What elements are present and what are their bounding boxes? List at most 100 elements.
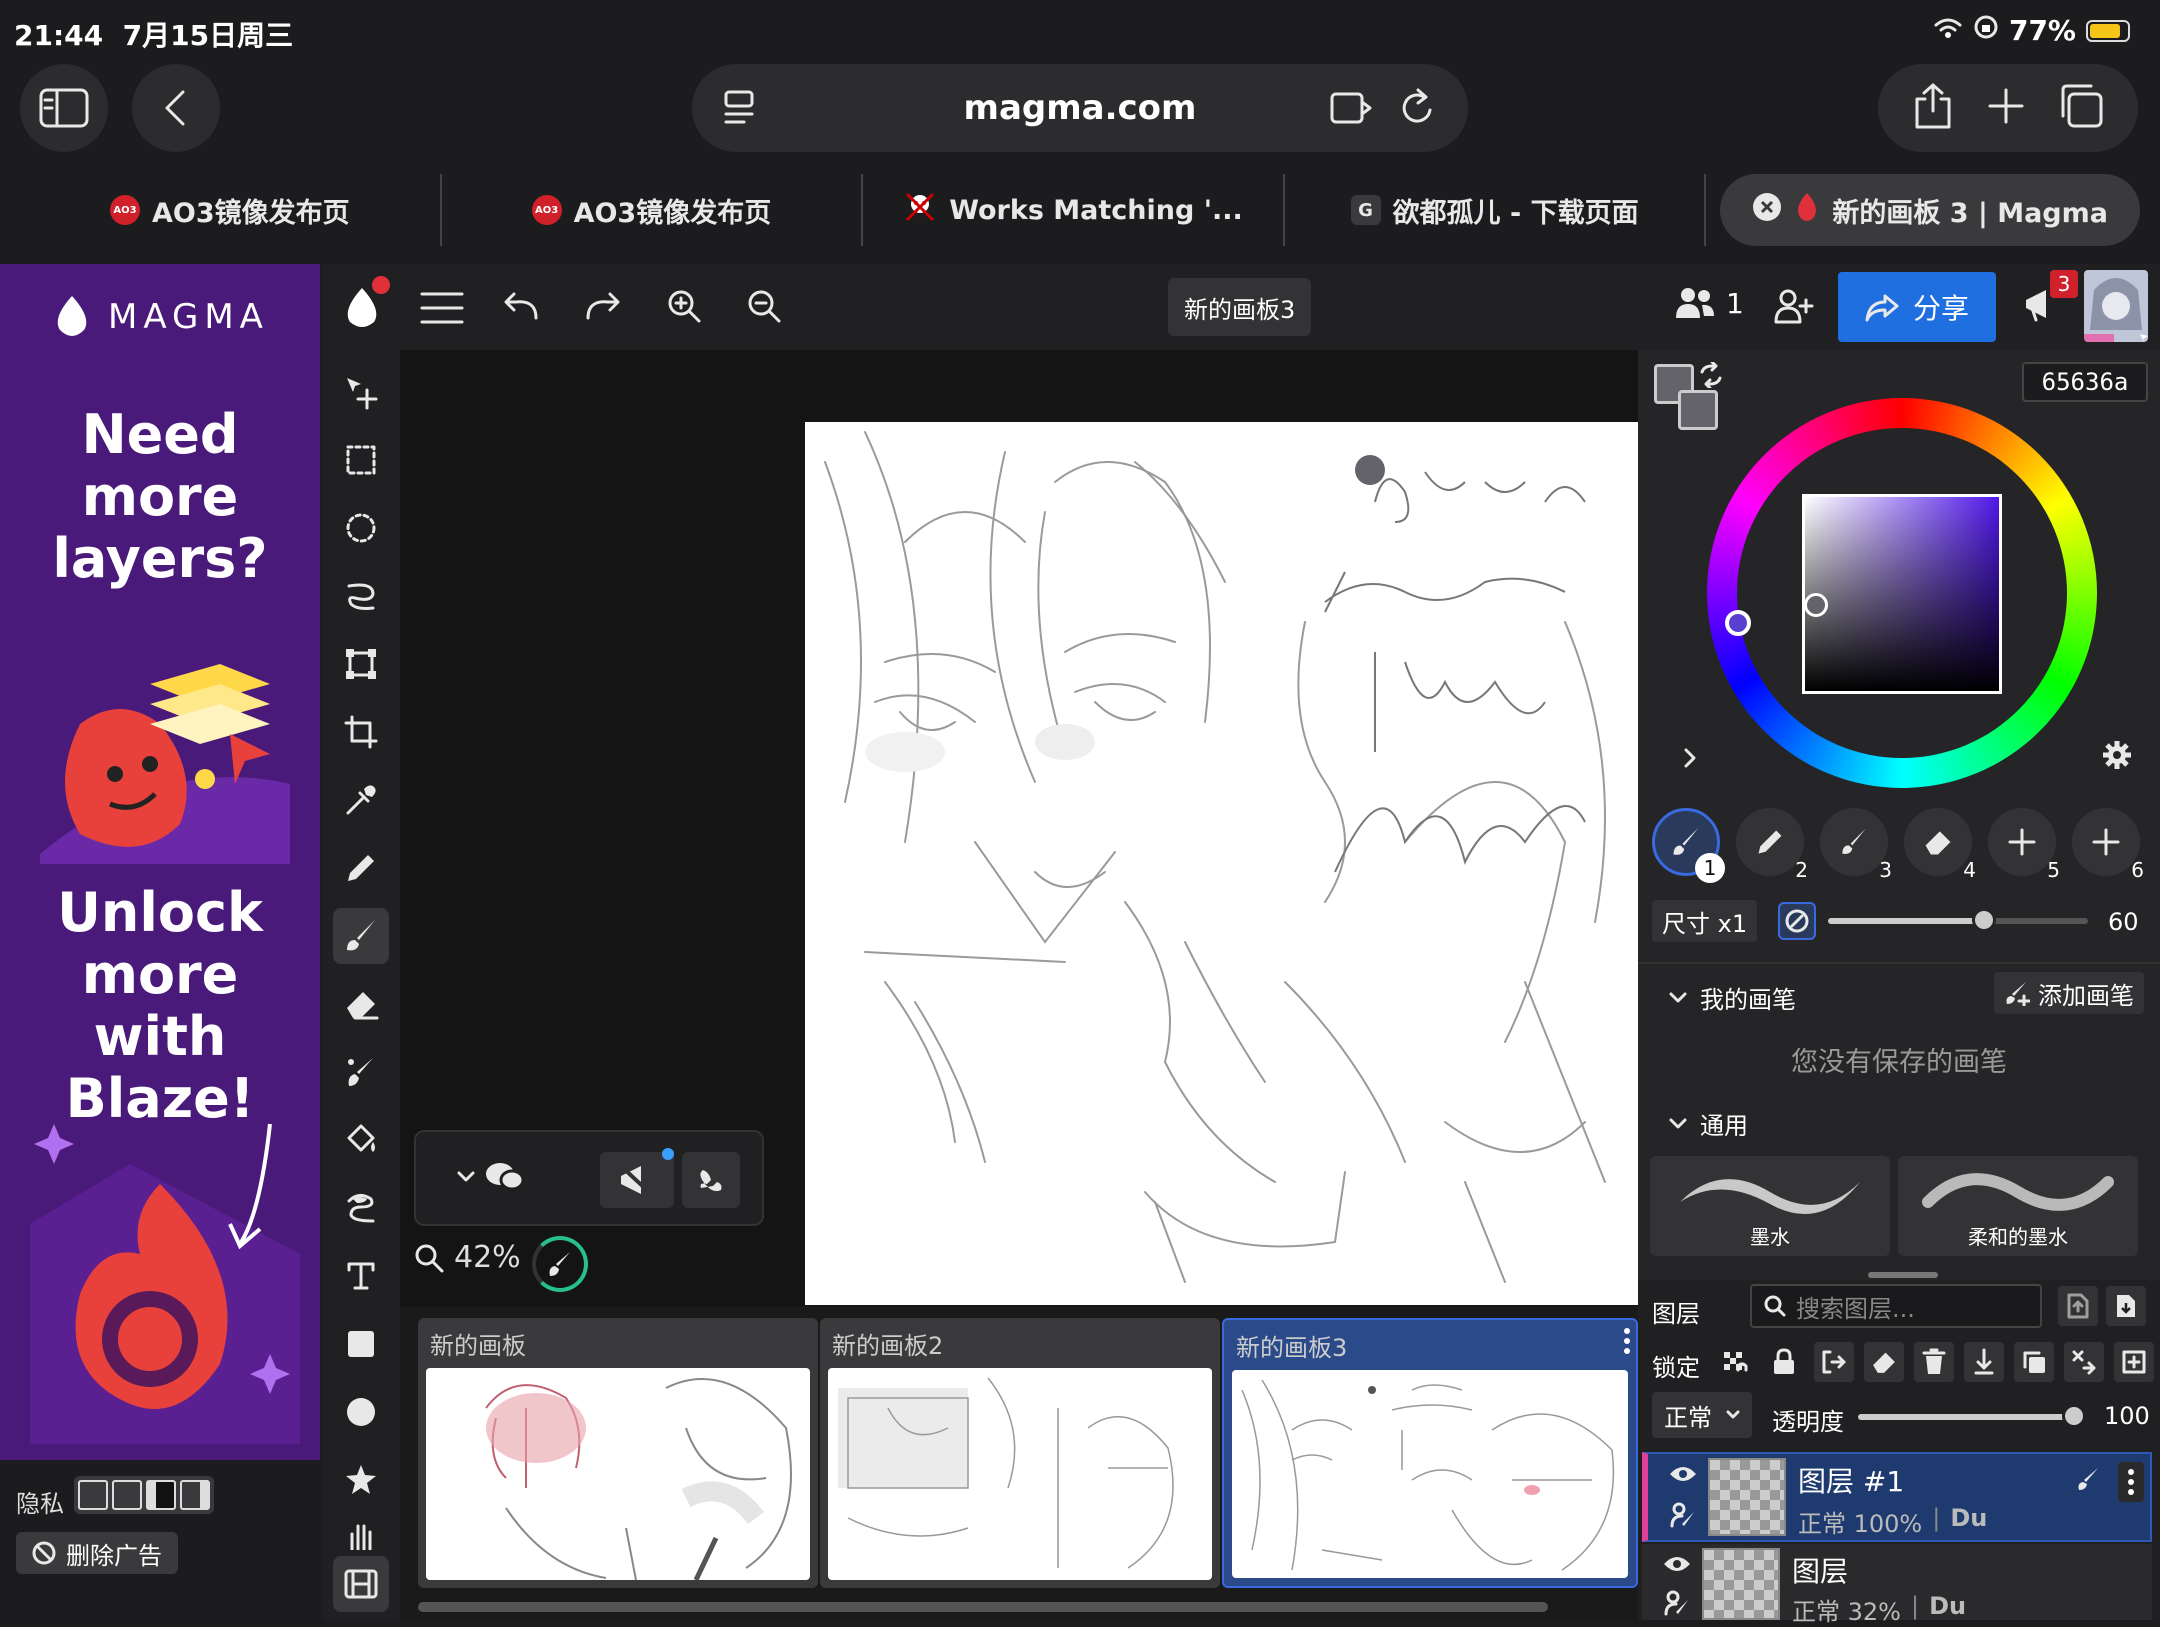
boards-scrollbar[interactable]	[418, 1602, 1548, 1612]
clear-layer-icon[interactable]	[1864, 1342, 1904, 1382]
text-tool[interactable]	[333, 1248, 389, 1304]
add-layer-icon[interactable]	[2114, 1342, 2154, 1382]
visibility-eye-icon[interactable]	[1662, 1554, 1692, 1578]
reload-icon[interactable]	[1398, 86, 1438, 139]
menu-button[interactable]	[420, 288, 464, 332]
ellipse-tool[interactable]	[333, 1384, 389, 1440]
merge-down-icon[interactable]	[1964, 1342, 2004, 1382]
pressure-toggle[interactable]	[1778, 902, 1816, 940]
tab-magma-active[interactable]: 新的画板 3 | Magma	[1720, 174, 2140, 246]
zoom-in-button[interactable]	[666, 288, 702, 328]
eyedropper-tool[interactable]	[333, 772, 389, 828]
layer-opacity-slider[interactable]	[1858, 1404, 2086, 1428]
duplicate-layer-icon[interactable]	[2014, 1342, 2054, 1382]
lasso-fill-tool[interactable]	[333, 1180, 389, 1236]
brush-preset-ink[interactable]: 墨水	[1650, 1156, 1890, 1256]
board-card-active[interactable]: 新的画板3	[1222, 1318, 1638, 1588]
move-tool[interactable]	[333, 364, 389, 420]
board-card[interactable]: 新的画板	[418, 1318, 818, 1588]
layout-top-icon[interactable]	[78, 1480, 108, 1510]
brush-slot-6[interactable]: 6	[2072, 808, 2144, 882]
hand-tool[interactable]	[333, 1520, 389, 1550]
call-button[interactable]	[682, 1152, 740, 1208]
invite-user-button[interactable]	[1774, 288, 1814, 328]
export-layer-icon[interactable]	[2106, 1286, 2146, 1326]
collaborators-button[interactable]: 1	[1674, 286, 1744, 320]
drawing-canvas[interactable]	[805, 422, 1638, 1305]
shape-tool[interactable]	[333, 1452, 389, 1508]
saturation-value-square[interactable]	[1802, 494, 2002, 694]
back-button[interactable]	[132, 64, 220, 152]
layout-right-icon[interactable]	[180, 1480, 210, 1510]
brush-slot-1[interactable]: 1	[1652, 808, 1725, 883]
tab-ao3-mirror-2[interactable]: AO3 AO3镜像发布页	[442, 174, 864, 246]
remove-ads-button[interactable]: 删除广告	[16, 1532, 178, 1574]
redo-button[interactable]	[582, 290, 622, 328]
board-more-icon[interactable]	[1622, 1326, 1632, 1360]
share-page-icon[interactable]	[1911, 81, 1955, 135]
page-menu-icon[interactable]	[722, 88, 762, 137]
visibility-eye-icon[interactable]	[1668, 1464, 1698, 1488]
ad-layout-switcher[interactable]	[74, 1476, 214, 1514]
undo-button[interactable]	[502, 290, 542, 328]
ellipse-select-tool[interactable]	[333, 500, 389, 556]
avatar[interactable]	[2084, 270, 2148, 342]
close-tab-icon[interactable]	[1752, 192, 1782, 229]
tab-works-matching[interactable]: Works Matching '...	[863, 174, 1285, 246]
brush-slot-3[interactable]: 3	[1820, 808, 1892, 882]
brush-slot-4[interactable]: 4	[1904, 808, 1976, 882]
expand-color-icon[interactable]	[1682, 746, 1700, 774]
size-multiplier-button[interactable]: 尺寸 x1	[1652, 900, 1758, 942]
url-bar[interactable]: magma.com	[692, 64, 1468, 152]
boards-toggle-button[interactable]	[333, 1556, 389, 1612]
import-layer-icon[interactable]	[2058, 1286, 2098, 1326]
new-tab-icon[interactable]	[1986, 86, 2026, 130]
app-logo-button[interactable]	[342, 276, 390, 336]
layer-search-input[interactable]: 搜索图层...	[1750, 1284, 2042, 1328]
layout-bottom-icon[interactable]	[112, 1480, 142, 1510]
tabs-overview-icon[interactable]	[2057, 82, 2105, 134]
brush-tool[interactable]	[333, 908, 389, 964]
lock-transparency-icon[interactable]	[1714, 1342, 1754, 1382]
mute-button[interactable]	[600, 1148, 674, 1208]
sync-status-icon[interactable]	[532, 1236, 588, 1292]
brush-slot-5[interactable]: 5	[1988, 808, 2060, 882]
eraser-tool[interactable]	[333, 976, 389, 1032]
brush-preset-soft-ink[interactable]: 柔和的墨水	[1898, 1156, 2138, 1256]
my-brushes-header[interactable]: 我的画笔	[1668, 980, 1796, 1015]
lasso-select-tool[interactable]	[333, 568, 389, 624]
zoom-out-button[interactable]	[746, 288, 782, 328]
chat-toggle-button[interactable]	[456, 1160, 524, 1194]
layer-item-active[interactable]: 图层 #1 正常 100% | Du	[1642, 1452, 2152, 1542]
sidebar-toggle-button[interactable]	[20, 64, 108, 152]
blend-mode-select[interactable]: 正常	[1652, 1392, 1752, 1438]
layer-more-icon[interactable]	[2118, 1462, 2144, 1502]
fill-tool[interactable]	[333, 1112, 389, 1168]
reader-icon[interactable]	[1328, 88, 1374, 137]
delete-layer-icon[interactable]	[1914, 1342, 1954, 1382]
size-slider-handle[interactable]	[1972, 908, 1996, 932]
hue-handle[interactable]	[1725, 610, 1751, 636]
ad-banner[interactable]: MAGMA Need more layers? Unlock more with…	[0, 264, 320, 1460]
brush-slot-2[interactable]: 2	[1736, 808, 1808, 882]
lock-icon[interactable]	[1764, 1342, 1804, 1382]
tab-download-page[interactable]: G 欲都孤儿 - 下载页面	[1285, 174, 1707, 246]
clip-layer-icon[interactable]	[2064, 1342, 2104, 1382]
panel-resize-handle[interactable]	[1868, 1272, 1938, 1278]
secondary-color-swatch[interactable]	[1678, 390, 1718, 430]
notifications-button[interactable]: 3	[2022, 270, 2078, 326]
crop-tool[interactable]	[333, 704, 389, 760]
rectangle-tool[interactable]	[333, 1316, 389, 1372]
layer-item[interactable]: 图层 正常 32% | Du	[1642, 1544, 2152, 1626]
hex-color-input[interactable]: 65636a	[2022, 362, 2148, 402]
transform-tool[interactable]	[333, 636, 389, 692]
layout-left-icon[interactable]	[146, 1480, 176, 1510]
tab-ao3-mirror-1[interactable]: AO3 AO3镜像发布页	[20, 174, 442, 246]
brush-size-slider[interactable]	[1828, 908, 2088, 932]
move-layer-icon[interactable]	[1814, 1342, 1854, 1382]
smudge-tool[interactable]	[333, 1044, 389, 1100]
board-card[interactable]: 新的画板2	[820, 1318, 1220, 1588]
color-settings-gear-icon[interactable]	[2102, 740, 2132, 774]
color-picker-handle[interactable]	[1804, 593, 1828, 617]
rect-select-tool[interactable]	[333, 432, 389, 488]
